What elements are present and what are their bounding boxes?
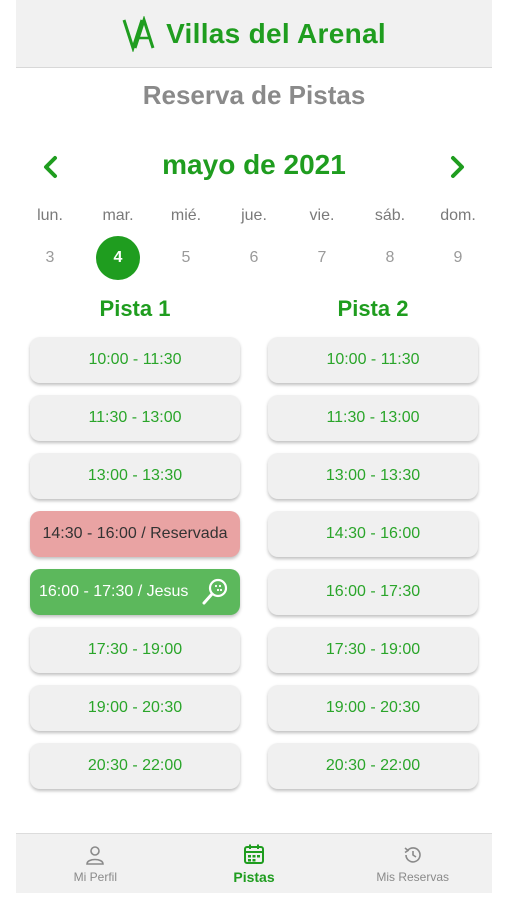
bottom-navigation: Mi Perfil Pistas Mis Reservas bbox=[16, 833, 492, 893]
slot-button[interactable]: 17:30 - 19:00 bbox=[30, 627, 240, 673]
slot-label: 17:30 - 19:00 bbox=[87, 641, 183, 658]
chevron-right-icon bbox=[451, 156, 464, 178]
slot-button[interactable]: 11:30 - 13:00 bbox=[268, 395, 478, 441]
slot-label: 11:30 - 13:00 bbox=[326, 409, 420, 426]
day-number: 9 bbox=[453, 249, 463, 266]
day-selected[interactable]: 4 bbox=[84, 236, 152, 280]
month-label: mayo de 2021 bbox=[162, 149, 346, 180]
court-1-slots: 10:00 - 11:30 11:30 - 13:00 13:00 - 13:30 1… bbox=[30, 337, 240, 801]
day-cell[interactable]: 8 bbox=[356, 236, 424, 280]
nav-label: Mis Reservas bbox=[376, 869, 450, 884]
day-number: 7 bbox=[317, 249, 327, 266]
weekday-label: mié. bbox=[170, 207, 202, 224]
slot-label: 17:30 - 19:00 bbox=[325, 641, 421, 658]
nav-label: Pistas bbox=[233, 868, 275, 885]
weekday-label: mar. bbox=[102, 207, 134, 224]
slot-button[interactable]: 10:00 - 11:30 bbox=[268, 337, 478, 383]
app-header: Villas del Arenal bbox=[16, 0, 492, 68]
slot-button[interactable]: 20:30 - 22:00 bbox=[268, 743, 478, 789]
slot-label: 10:00 - 11:30 bbox=[88, 351, 182, 368]
day-cell[interactable]: 6 bbox=[220, 236, 288, 280]
nav-label: Mi Perfil bbox=[73, 869, 117, 884]
history-icon bbox=[404, 846, 421, 863]
slot-button[interactable]: 20:30 - 22:00 bbox=[30, 743, 240, 789]
page-title: Reserva de Pistas bbox=[142, 80, 366, 110]
next-month-button[interactable] bbox=[440, 149, 476, 185]
day-number: 6 bbox=[249, 249, 259, 266]
nav-pistas[interactable]: Pistas bbox=[175, 834, 334, 893]
day-number: 4 bbox=[96, 236, 140, 280]
slot-label: 20:30 - 22:00 bbox=[325, 757, 421, 774]
slot-button[interactable]: 17:30 - 19:00 bbox=[268, 627, 478, 673]
slot-label: 13:00 - 13:30 bbox=[87, 467, 183, 484]
court-1-title: Pista 1 bbox=[99, 296, 171, 321]
slot-button[interactable]: 11:30 - 13:00 bbox=[30, 395, 240, 441]
court-2-slots: 10:00 - 11:30 11:30 - 13:00 13:00 - 13:30 1… bbox=[268, 337, 478, 801]
padel-racket-icon bbox=[202, 578, 228, 605]
day-number: 8 bbox=[385, 249, 395, 266]
calendar-icon bbox=[244, 844, 264, 864]
slot-button[interactable]: 19:00 - 20:30 bbox=[30, 685, 240, 731]
slot-label: 14:30 - 16:00 bbox=[325, 525, 421, 542]
slot-label: 14:30 - 16:00 / Reservada bbox=[42, 525, 228, 542]
slot-label: 16:00 - 17:30 / Jesus bbox=[39, 583, 189, 600]
weekday-label: lun. bbox=[37, 207, 63, 224]
weekday-label: sáb. bbox=[374, 207, 406, 224]
slot-button[interactable]: 10:00 - 11:30 bbox=[30, 337, 240, 383]
slot-button[interactable]: 13:00 - 13:30 bbox=[268, 453, 478, 499]
slot-label: 19:00 - 20:30 bbox=[325, 699, 421, 716]
day-selector: 3 4 5 6 7 8 9 bbox=[16, 236, 492, 280]
slot-button[interactable]: 16:00 - 17:30 bbox=[268, 569, 478, 615]
weekday-label: vie. bbox=[309, 207, 335, 224]
slot-button[interactable]: 13:00 - 13:30 bbox=[30, 453, 240, 499]
weekday-label: dom. bbox=[440, 207, 476, 224]
nav-mi-perfil[interactable]: Mi Perfil bbox=[16, 834, 175, 893]
day-number: 3 bbox=[45, 249, 55, 266]
slot-my-booking[interactable]: 16:00 - 17:30 / Jesus bbox=[30, 569, 240, 615]
weekday-label: jue. bbox=[241, 207, 267, 224]
slot-reserved[interactable]: 14:30 - 16:00 / Reservada bbox=[30, 511, 240, 557]
slot-button[interactable]: 19:00 - 20:30 bbox=[268, 685, 478, 731]
slot-label: 16:00 - 17:30 bbox=[325, 583, 421, 600]
app-frame: Villas del Arenal Reserva de Pistas mayo… bbox=[16, 0, 492, 900]
slot-label: 10:00 - 11:30 bbox=[326, 351, 420, 368]
slot-label: 11:30 - 13:00 bbox=[88, 409, 182, 426]
day-cell[interactable]: 3 bbox=[16, 236, 84, 280]
day-cell[interactable]: 5 bbox=[152, 236, 220, 280]
va-monogram-logo bbox=[122, 15, 155, 52]
day-cell[interactable]: 7 bbox=[288, 236, 356, 280]
day-number: 5 bbox=[181, 249, 191, 266]
slot-label: 19:00 - 20:30 bbox=[87, 699, 183, 716]
day-cell[interactable]: 9 bbox=[424, 236, 492, 280]
nav-mis-reservas[interactable]: Mis Reservas bbox=[333, 834, 492, 893]
weekday-labels: lun. mar. mié. jue. vie. sáb. dom. bbox=[16, 207, 492, 225]
user-icon bbox=[86, 845, 105, 865]
brand-name: Villas del Arenal bbox=[166, 17, 386, 49]
court-2-title: Pista 2 bbox=[337, 296, 409, 321]
slot-button[interactable]: 14:30 - 16:00 bbox=[268, 511, 478, 557]
slot-label: 13:00 - 13:30 bbox=[325, 467, 421, 484]
month-navigation: mayo de 2021 bbox=[16, 145, 492, 189]
slot-label: 20:30 - 22:00 bbox=[87, 757, 183, 774]
